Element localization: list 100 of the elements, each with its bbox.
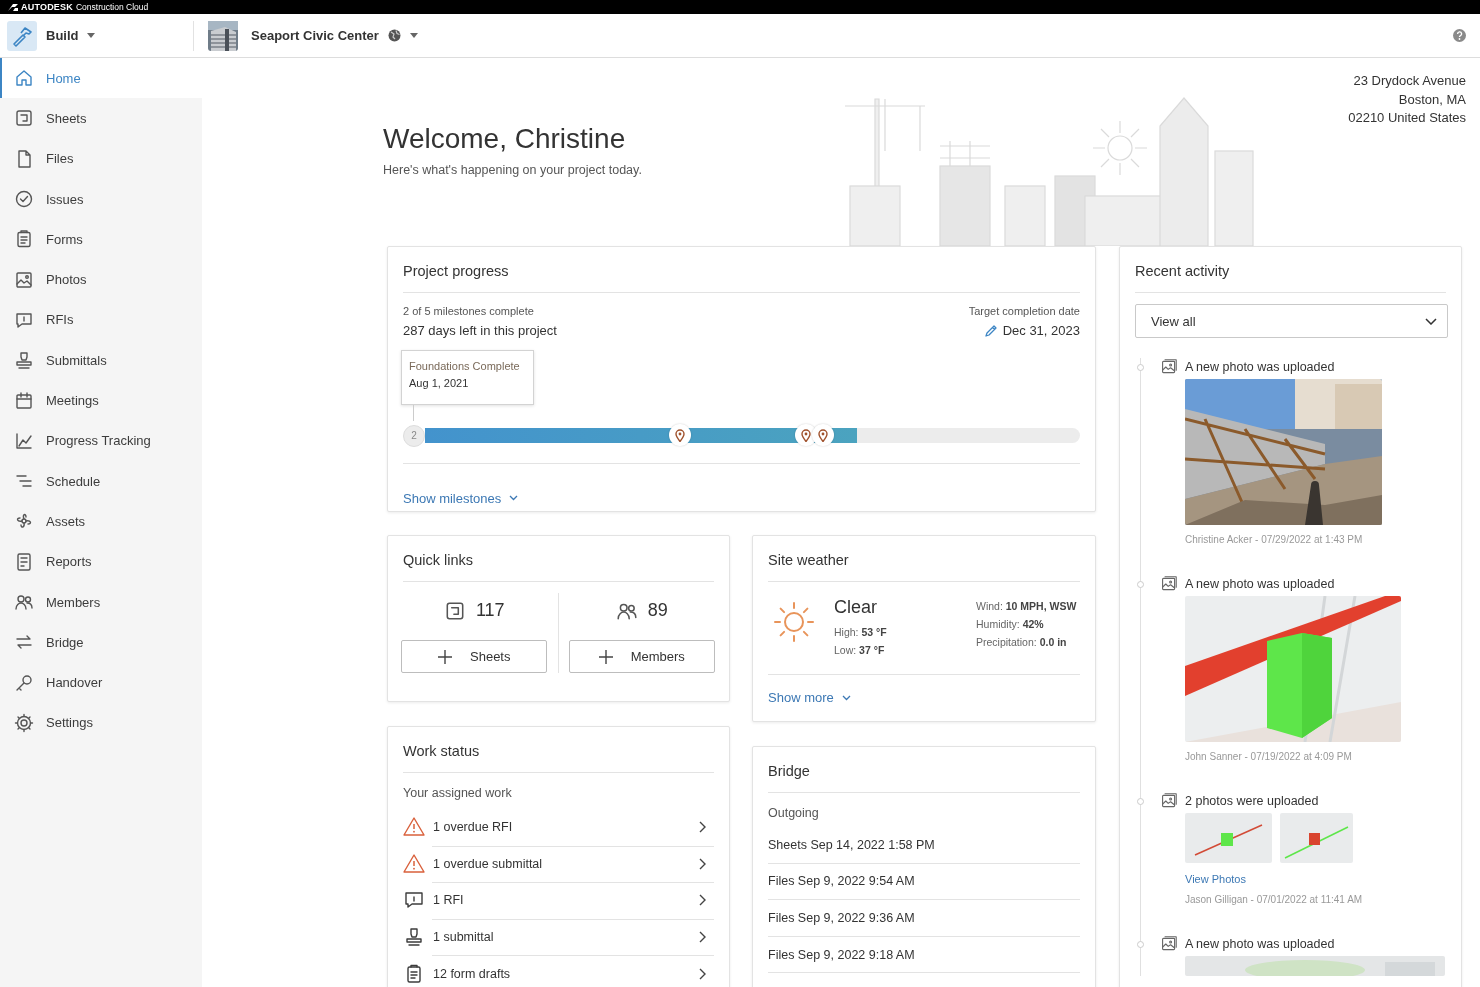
milestone-date: Aug 1, 2021 [409,376,470,389]
stamp-icon [14,350,34,371]
activity-title: 2 photos were uploaded [1185,794,1319,808]
weather-detail: Precipitation: 0.0 in [976,635,1068,650]
home-icon [14,68,34,89]
warning-icon [403,816,425,839]
help-button[interactable] [1453,29,1466,42]
sidebar-item[interactable]: Photos [0,259,202,300]
chevron-right-icon [699,894,706,907]
people-icon [14,592,34,612]
expand-link[interactable]: Show more [768,690,851,705]
timeline-dot [1137,364,1144,371]
filter-dropdown[interactable]: View all [1135,304,1448,338]
globe-icon [387,29,401,42]
weather-detail: Humidity: 42% [976,617,1045,632]
bridge-entry: Files Sep 9, 2022 9:18 AM [768,936,1080,974]
sidebar-item[interactable]: Progress Tracking [0,420,202,461]
work-item[interactable]: 1 submittal [403,918,714,956]
settings-icon [14,712,34,733]
milestone-summary: 2 of 5 milestones complete [403,305,535,317]
activity-title: A new photo was uploaded [1185,360,1335,374]
image-icon [1161,936,1177,952]
milestone-count: 2 [403,424,425,447]
image-icon [1161,576,1177,592]
sidebar-item[interactable]: Meetings [0,380,202,421]
app-switcher[interactable]: Build [7,20,193,51]
card-title: Quick links [403,536,714,582]
sidebar-item[interactable]: RFIs [0,299,202,341]
sidebar-item[interactable]: Reports [0,541,202,582]
key-icon [14,672,34,693]
sidebar-item[interactable]: Issues [0,178,202,220]
sidebar-item[interactable]: Handover [0,662,202,703]
map-pin-icon [817,428,828,442]
stamp-icon [403,926,425,949]
sidebar-item[interactable]: Forms [0,219,202,260]
add-button[interactable]: Members [568,640,715,673]
welcome-subtitle: Here's what's happening on your project today. [383,163,643,177]
hammer-icon [7,20,37,51]
line-chart-icon [14,430,34,451]
temperature-text: High: 53 °F [834,625,888,640]
work-item[interactable]: 12 form drafts [403,955,714,987]
activity-byline: Christine Acker - 07/29/2022 at 1:43 PM [1185,534,1364,545]
clipboard-icon [14,229,34,250]
sidebar-item[interactable]: Assets [0,501,202,542]
activity-title: A new photo was uploaded [1185,577,1335,591]
sidebar-item[interactable]: Home [0,58,202,99]
timeline-dot [1137,798,1144,805]
caret-icon [409,33,418,38]
check-circle-icon [14,189,34,210]
project-switcher[interactable]: Seaport Civic Center [208,20,418,51]
address-line: 02210 United States [1347,109,1466,127]
address-line: Boston, MA [1397,90,1466,109]
sidebar-item[interactable]: Files [0,138,202,179]
image-icon [14,269,34,290]
sidebar-item[interactable]: Sheets [0,98,202,139]
welcome-heading: Welcome, Christine [383,123,627,155]
target-date: Dec 31, 2023 [1002,323,1080,338]
milestone-pin[interactable] [811,424,834,446]
work-item[interactable]: 1 RFI [403,882,714,919]
count-value: 117 [475,600,505,621]
weather-condition: Clear [834,597,878,618]
chevron-down-icon [1425,317,1437,325]
activity-title: A new photo was uploaded [1185,937,1335,951]
target-date-label: Target completion date [968,305,1080,317]
sun-icon [772,600,816,644]
bridge-entry: Sheets Sep 14, 2022 1:58 PM [768,827,1080,864]
sidebar-item[interactable]: Schedule [0,460,202,502]
plus-icon [598,649,613,664]
work-item[interactable]: 1 overdue RFI [403,809,714,846]
warning-icon [403,852,425,875]
expand-link[interactable]: Show milestones [403,490,519,506]
sidebar-item[interactable]: Members [0,581,202,623]
section-heading: Your assigned work [403,785,513,802]
card-title: Site weather [768,536,1080,582]
view-photos-link[interactable]: View Photos [1185,873,1446,885]
timeline-dot [1137,581,1144,588]
image-icon [1161,359,1177,375]
bridge-entry: Files Sep 9, 2022 9:54 AM [768,863,1080,901]
report-icon [14,551,34,572]
card-title: Recent activity [1135,247,1446,293]
chevron-right-icon [699,967,706,980]
work-item[interactable]: 1 overdue submittal [403,845,714,883]
address-line: 23 Drydock Avenue [1352,72,1466,90]
chevron-right-icon [699,931,706,944]
sidebar-item[interactable]: Submittals [0,340,202,381]
card-title: Bridge [768,747,1080,793]
sidebar-item[interactable]: Bridge [0,622,202,663]
caret-icon [86,33,95,38]
activity-byline: John Sanner - 07/19/2022 at 4:09 PM [1185,751,1353,762]
sidebar-item[interactable]: Settings [0,702,202,744]
chevron-right-icon [699,857,706,870]
days-left-text: 287 days left in this project [403,323,557,338]
pencil-icon[interactable] [983,323,998,338]
product-logo: AUTODESK Construction Cloud [8,2,149,12]
help-icon [1453,29,1466,42]
activity-byline: Jason Gilligan - 07/01/2022 at 11:41 AM [1185,894,1364,905]
milestone-pin[interactable] [669,424,692,446]
chevron-right-icon [699,821,706,834]
add-button[interactable]: Sheets [401,640,548,673]
timeline-dot [1137,941,1144,948]
